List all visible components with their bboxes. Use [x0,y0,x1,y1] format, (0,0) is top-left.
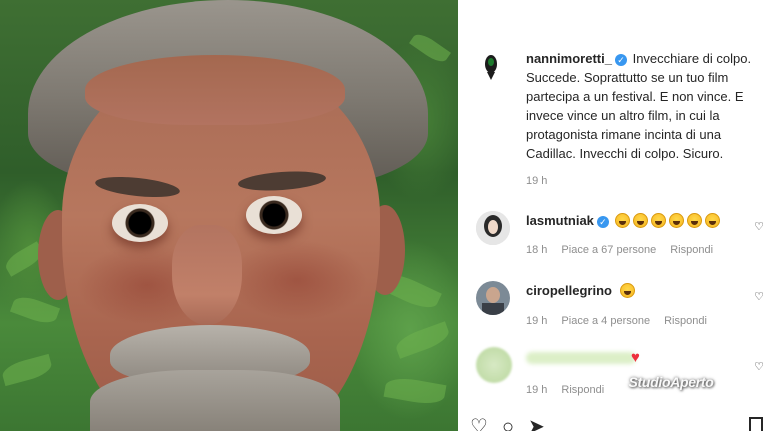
instagram-comments-panel: nannimoretti_ ✓ Invecchiare di colpo. Suc… [458,0,767,431]
reply-link[interactable]: Rispondi [561,384,604,396]
comment-meta: 19 h Piace a 4 persone Rispondi [526,315,707,327]
comment-icon[interactable]: ○ [502,417,514,431]
verified-badge-icon: ✓ [596,216,609,228]
laughing-emoji-icon [668,213,684,228]
caption-text: Invecchiare di colpo. Succede. Soprattut… [526,51,752,161]
comment-1: lasmutniak ✓ [526,213,723,228]
blurred-comment [526,352,636,364]
verified-badge-icon: ✓ [614,54,627,66]
heart-icon[interactable]: ♡ [754,360,764,373]
share-icon[interactable]: ➤ [528,417,545,431]
author-avatar[interactable] [478,52,504,82]
comment-username[interactable]: lasmutniak [526,213,594,228]
left-eye [112,204,168,242]
comment-avatar[interactable] [476,347,512,383]
heart-icon[interactable]: ♡ [754,220,764,233]
comment-avatar[interactable] [476,211,510,245]
bookmark-icon[interactable] [749,417,763,431]
comment-2: ciropellegrino [526,283,638,298]
author-username[interactable]: nannimoretti_ [526,51,612,66]
laughing-emoji-icon [686,213,702,228]
right-eye [246,196,302,234]
laughing-emoji-icon [632,213,648,228]
laughing-emoji-icon [619,283,635,298]
heart-icon[interactable]: ♡ [754,290,764,303]
red-heart-emoji-icon: ♥ [631,349,640,366]
comment-meta: 18 h Piace a 67 persone Rispondi [526,244,714,256]
post-photo [0,0,458,431]
studioaperto-watermark: StudioAperto [612,370,730,394]
comment-emojis [614,213,723,228]
laughing-emoji-icon [614,213,630,228]
post-caption: nannimoretti_ ✓ Invecchiare di colpo. Suc… [526,49,766,163]
comment-avatar[interactable] [476,281,510,315]
reply-link[interactable]: Rispondi [670,244,713,256]
laughing-emoji-icon [704,213,720,228]
comment-username[interactable]: ciropellegrino [526,283,612,298]
reply-link[interactable]: Rispondi [664,315,707,327]
post-actions: ♡ ○ ➤ [470,417,545,431]
heart-icon[interactable]: ♡ [470,417,488,431]
comment-meta: 19 h Rispondi [526,384,605,396]
laughing-emoji-icon [650,213,666,228]
post-time: 19 h [526,175,548,187]
